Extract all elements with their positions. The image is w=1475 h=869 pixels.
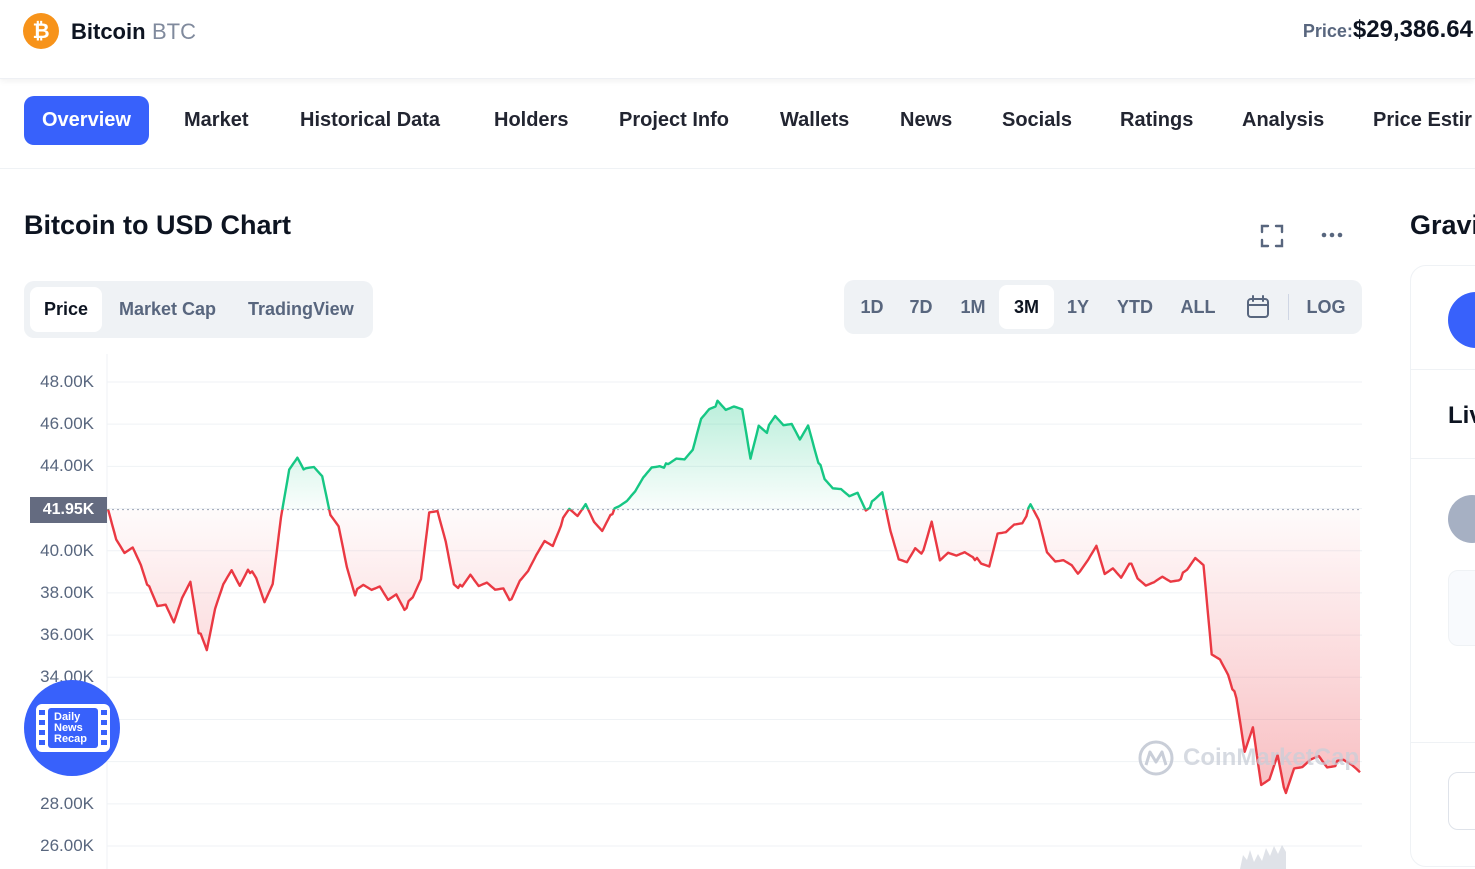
nav-tab-price-estimates[interactable]: Price Estir — [1355, 96, 1475, 145]
chart-type-tabs: Price Market Cap TradingView — [24, 281, 373, 338]
range-1d[interactable]: 1D — [850, 285, 894, 329]
top-header: ₿ Bitcoin BTC Price:$29,386.64 — [0, 0, 1475, 79]
side-panel-card: Liv — [1410, 265, 1475, 867]
nav-tab-news[interactable]: News — [882, 96, 970, 145]
price-value: $29,386.64 — [1352, 16, 1473, 43]
badge-line-3: Recap — [54, 733, 87, 745]
nav-tab-project-info[interactable]: Project Info — [601, 96, 747, 145]
coin-name: Bitcoin — [71, 19, 146, 44]
range-3m[interactable]: 3M — [999, 285, 1054, 329]
chart-title: Bitcoin to USD Chart — [24, 210, 291, 240]
side-divider — [1411, 458, 1475, 459]
daily-news-recap-badge[interactable]: Daily News Recap — [24, 680, 120, 776]
nav-tab-socials[interactable]: Socials — [984, 96, 1090, 145]
range-7d[interactable]: 7D — [898, 285, 944, 329]
range-ytd[interactable]: YTD — [1106, 285, 1164, 329]
nav-tab-analysis[interactable]: Analysis — [1224, 96, 1342, 145]
watermark-text: CoinMarketCap — [1183, 744, 1360, 771]
range-1m[interactable]: 1M — [948, 285, 998, 329]
coin-symbol: BTC — [152, 19, 196, 44]
user-avatar-icon — [1448, 495, 1475, 543]
tab-price[interactable]: Price — [30, 287, 103, 332]
tab-market-cap[interactable]: Market Cap — [105, 287, 230, 332]
fullscreen-icon[interactable] — [1256, 220, 1288, 252]
nav-tab-market[interactable]: Market — [166, 96, 266, 145]
price-display: Price:$29,386.64 — [1303, 16, 1473, 44]
nav-tab-wallets[interactable]: Wallets — [762, 96, 867, 145]
section-nav: Overview Market Historical Data Holders … — [0, 79, 1475, 169]
more-options-icon[interactable] — [1316, 220, 1348, 252]
log-scale-toggle[interactable]: LOG — [1296, 285, 1356, 329]
side-divider — [1411, 742, 1475, 743]
side-panel-title: Gravi — [1410, 210, 1475, 240]
coinmarketcap-logo-icon — [1138, 740, 1174, 776]
bitcoin-logo-icon: ₿ — [23, 13, 59, 49]
range-all[interactable]: ALL — [1170, 285, 1226, 329]
range-1y[interactable]: 1Y — [1056, 285, 1100, 329]
calendar-icon[interactable] — [1245, 294, 1271, 320]
side-divider — [1411, 369, 1475, 370]
side-panel-box[interactable] — [1448, 570, 1475, 646]
range-divider — [1288, 294, 1289, 320]
nav-tab-holders[interactable]: Holders — [476, 96, 586, 145]
volume-bars — [1240, 845, 1286, 869]
current-price-tag: 41.95K — [30, 497, 107, 523]
side-panel-label: Liv — [1448, 402, 1475, 429]
svg-text:₿: ₿ — [32, 19, 49, 43]
nav-tab-overview[interactable]: Overview — [24, 96, 149, 145]
side-avatar-icon — [1448, 292, 1475, 348]
nav-tab-ratings[interactable]: Ratings — [1102, 96, 1211, 145]
nav-tab-historical-data[interactable]: Historical Data — [282, 96, 458, 145]
side-panel-button[interactable] — [1448, 772, 1475, 830]
tab-tradingview[interactable]: TradingView — [234, 287, 368, 332]
time-range-selector: 1D 7D 1M 3M 1Y YTD ALL LOG — [844, 280, 1362, 334]
price-chart[interactable] — [0, 340, 1380, 869]
price-label: Price: — [1302, 21, 1353, 41]
